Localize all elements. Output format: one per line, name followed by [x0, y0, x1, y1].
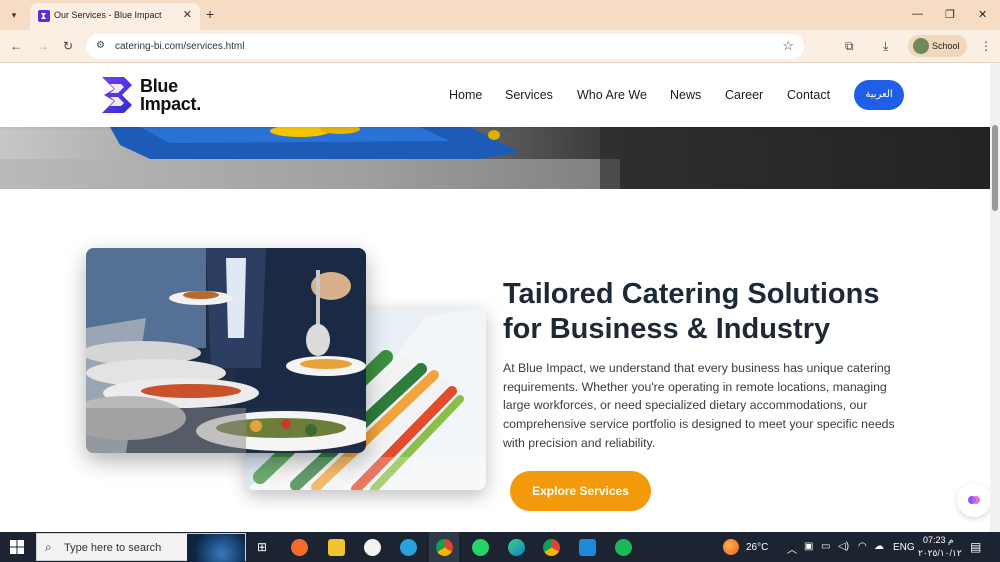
close-window-icon[interactable]: ✕ [978, 8, 987, 21]
page-viewport: Blue Impact. Home Services Who Are We Ne… [0, 63, 990, 532]
more-menu-icon[interactable]: ⋮ [980, 39, 992, 53]
clock-date[interactable]: ٢٠٢٥/١٠/١٢ [918, 548, 962, 559]
profile-chip[interactable]: School [908, 35, 967, 57]
spotify-icon[interactable] [615, 539, 632, 556]
site-favicon-icon [38, 10, 50, 22]
taskbar-search[interactable]: ⌕ Type here to search [36, 533, 246, 562]
mongodb-compass-icon[interactable] [364, 539, 381, 556]
hero-banner-image [0, 127, 990, 189]
hidden-icons-chevron-icon[interactable]: ︿ [787, 541, 797, 556]
orange-app-icon[interactable] [291, 539, 308, 556]
cloud-icon[interactable]: ☁ [874, 541, 884, 552]
browser-tab-active[interactable]: Our Services - Blue Impact ✕ [30, 3, 200, 30]
profile-name: School [932, 41, 960, 51]
forward-icon[interactable]: → [37, 39, 49, 53]
site-header: Blue Impact. Home Services Who Are We Ne… [0, 63, 990, 127]
weather-icon[interactable] [723, 539, 739, 555]
download-icon[interactable]: ⤓ [883, 39, 888, 54]
chrome-profile-icon[interactable] [543, 539, 560, 556]
gemini-icon [968, 496, 980, 504]
address-bar[interactable]: ⚙ catering-bi.com/services.html ☆ [86, 34, 804, 59]
restore-icon[interactable]: ❐ [945, 8, 955, 21]
nav-who-are-we[interactable]: Who Are We [577, 88, 647, 102]
search-placeholder: Type here to search [64, 542, 162, 554]
browser-toolbar: ← → ↻ ⚙ catering-bi.com/services.html ☆ … [0, 30, 1000, 81]
logo-line-2: Impact. [140, 94, 201, 114]
assistant-fab[interactable] [957, 483, 990, 517]
notifications-icon[interactable]: ▤ [970, 540, 981, 554]
extensions-icon[interactable]: ⧉ [845, 39, 854, 54]
file-explorer-icon[interactable] [328, 539, 345, 556]
avatar [913, 38, 929, 54]
browser-tab-strip: ▾ Our Services - Blue Impact ✕ + — ❐ ✕ [0, 0, 1000, 30]
tab-title: Our Services - Blue Impact [54, 10, 162, 20]
explore-services-button[interactable]: Explore Services [510, 471, 651, 511]
nav-career[interactable]: Career [725, 88, 763, 102]
whatsapp-icon[interactable] [472, 539, 489, 556]
logo-line-1: Blue [140, 76, 178, 96]
buffet-serving-image [86, 248, 366, 453]
nav-news[interactable]: News [670, 88, 701, 102]
minimize-icon[interactable]: — [912, 8, 923, 20]
battery-icon[interactable]: ▭ [821, 541, 830, 552]
windows-taskbar: ⌕ Type here to search ⊞ 26°C ︿ ▣ ▭ ◁) ◠ … [0, 532, 1000, 562]
back-icon[interactable]: ← [10, 39, 22, 53]
url-text: catering-bi.com/services.html [115, 41, 245, 52]
chrome-icon[interactable] [436, 539, 453, 556]
nav-contact[interactable]: Contact [787, 88, 830, 102]
temperature-text: 26°C [746, 542, 769, 553]
page-scrollbar[interactable] [990, 63, 1000, 532]
edge-icon[interactable] [508, 539, 525, 556]
volume-icon[interactable]: ◁) [838, 541, 849, 552]
blue-impact-logo-icon[interactable] [100, 75, 136, 115]
section-description: At Blue Impact, we understand that every… [503, 361, 895, 450]
task-view-icon[interactable]: ⊞ [257, 540, 267, 554]
language-indicator[interactable]: ENG [893, 542, 915, 553]
reload-icon[interactable]: ↻ [63, 39, 73, 53]
webcam-icon[interactable]: ▣ [804, 541, 813, 552]
search-highlight-image [187, 534, 245, 562]
windows-start-icon[interactable] [10, 540, 24, 554]
nav-home[interactable]: Home [449, 88, 482, 102]
site-info-icon[interactable]: ⚙ [96, 40, 105, 51]
tab-search-icon[interactable]: ▾ [6, 7, 22, 23]
wifi-icon[interactable]: ◠ [858, 541, 867, 552]
telegram-icon[interactable] [400, 539, 417, 556]
bookmark-star-icon[interactable]: ☆ [782, 38, 794, 54]
new-tab-button[interactable]: + [206, 6, 214, 22]
tab-close-icon[interactable]: ✕ [183, 8, 192, 21]
section-title: Tailored Catering Solutions for Business… [503, 278, 880, 345]
scrollbar-thumb[interactable] [992, 125, 998, 211]
language-switch-button[interactable]: العربية [854, 80, 904, 110]
clock-time[interactable]: 07:23 م [923, 535, 954, 546]
nav-services[interactable]: Services [505, 88, 553, 102]
search-icon: ⌕ [45, 540, 52, 554]
vscode-icon[interactable] [579, 539, 596, 556]
logo-wordmark[interactable]: Blue Impact. [140, 77, 201, 113]
